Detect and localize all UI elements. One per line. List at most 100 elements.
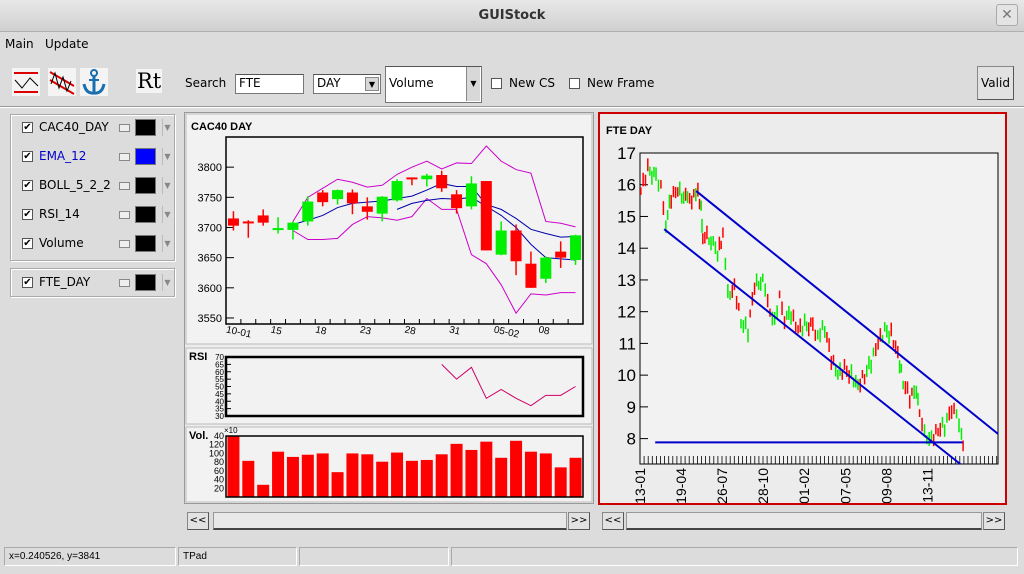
scrollbar-2[interactable]	[626, 512, 982, 530]
fte-y-tick-label: 9	[627, 398, 636, 417]
volume-y-tick-label: 40	[214, 431, 224, 441]
fte-chart-svg[interactable]: FTE DAY 8 9 10 11 12 13 14 15 16 17 13-01 19-04 26-07…	[600, 114, 1005, 504]
fte-x-tick-label: 09-08	[878, 468, 894, 503]
volume-bar	[301, 454, 314, 497]
candle-body	[257, 215, 269, 223]
fte-y-tick-label: 12	[617, 303, 636, 322]
anchor-icon[interactable]	[80, 68, 108, 96]
series-name: FTE_DAY	[39, 275, 91, 289]
chevron-down-icon[interactable]: ▼	[162, 235, 172, 252]
series-color-swatch[interactable]	[135, 148, 156, 165]
candle-body	[421, 175, 433, 180]
status-field-4	[451, 547, 1018, 566]
chevron-down-icon[interactable]: ▼	[162, 274, 172, 291]
volume-bar	[391, 452, 404, 497]
menu-update[interactable]: Update	[45, 37, 88, 51]
fte-y-tick-label: 8	[627, 430, 636, 449]
candle-body	[242, 221, 254, 224]
trend-line-icon[interactable]	[12, 68, 40, 96]
channel-icon[interactable]	[48, 68, 76, 96]
series-row: ✔ RSI_14 ▼	[17, 206, 177, 224]
search-label: Search	[185, 76, 227, 90]
volume-y-tick-label: 80	[214, 457, 224, 467]
status-field-3	[299, 547, 449, 566]
fte-y-tick-label: 14	[617, 239, 636, 258]
fte-x-tick-label: 13-11	[919, 468, 935, 503]
series-checkbox[interactable]: ✔	[22, 238, 33, 249]
scroll-left-button-1[interactable]: <<	[187, 512, 209, 530]
series-name: EMA_12	[39, 149, 87, 163]
new-cs-label: New CS	[509, 76, 555, 90]
candle-body	[465, 183, 477, 207]
series-checkbox[interactable]: ✔	[22, 277, 33, 288]
status-object: TPad	[178, 547, 297, 566]
series-name: BOLL_5_2_2	[39, 178, 111, 192]
series-color-swatch[interactable]	[135, 177, 156, 194]
rt-button[interactable]: Rt	[136, 69, 163, 93]
chevron-down-icon[interactable]: ▼	[162, 119, 172, 136]
volume-bar	[376, 461, 389, 497]
fte-chart-title: FTE DAY	[606, 125, 653, 137]
series-color-swatch[interactable]	[135, 274, 156, 291]
menu-main[interactable]: Main	[5, 37, 34, 51]
chevron-down-icon[interactable]: ▼	[162, 177, 172, 194]
volume-y-tick-label: 60	[214, 466, 224, 476]
series-color-swatch[interactable]	[135, 119, 156, 136]
fte-canvas[interactable]: FTE DAY 8 9 10 11 12 13 14 15 16 17 13-01 19-04 26-07…	[598, 112, 1007, 505]
volume-y-tick-label: 100	[209, 448, 224, 458]
search-input[interactable]: FTE	[235, 74, 304, 94]
series-checkbox[interactable]: ✔	[22, 122, 33, 133]
volume-bar	[227, 436, 240, 497]
series-checkbox[interactable]: ✔	[22, 180, 33, 191]
valid-button[interactable]: Valid	[977, 66, 1014, 100]
series-toggle[interactable]	[119, 240, 130, 248]
cac40-chart-svg[interactable]: CAC40 DAY35503600365037003750380010-01 15…	[185, 113, 593, 503]
volume-bar	[450, 443, 463, 497]
scroll-right-button-1[interactable]: >>	[568, 512, 590, 530]
fte-x-tick-label: 19-04	[673, 468, 689, 503]
y-tick-label: 3800	[198, 162, 222, 174]
cac40-canvas[interactable]: CAC40 DAY 3550 3600 3650 3700 3750 3800 10-01 15…	[184, 112, 594, 504]
period-select[interactable]: DAY ▼	[313, 74, 381, 94]
volume-bar	[480, 441, 493, 497]
volume-bar	[361, 454, 374, 497]
series-color-swatch[interactable]	[135, 235, 156, 252]
scrollbar-1[interactable]	[213, 512, 567, 530]
series-name: CAC40_DAY	[39, 120, 109, 134]
candle-body	[302, 201, 314, 222]
candle-body	[540, 257, 552, 279]
series-toggle[interactable]	[119, 211, 130, 219]
indicator-select[interactable]: Volume ▼	[385, 66, 482, 103]
volume-bar	[257, 484, 270, 497]
fte-x-tick-label: 01-02	[796, 468, 812, 503]
series-toggle[interactable]	[119, 279, 130, 287]
volume-bar	[435, 454, 448, 497]
volume-title: Vol.	[189, 430, 208, 442]
chevron-down-icon[interactable]: ▼	[162, 148, 172, 165]
candle-body	[317, 192, 329, 203]
candle-body	[495, 230, 507, 255]
close-icon[interactable]: ✕	[996, 4, 1018, 26]
fte-x-tick-label: 13-01	[632, 468, 648, 503]
fte-y-tick-label: 17	[617, 144, 636, 163]
chevron-down-icon[interactable]: ▼	[466, 67, 480, 101]
series-toggle[interactable]	[119, 124, 130, 132]
chevron-down-icon[interactable]: ▼	[365, 77, 379, 91]
series-checkbox[interactable]: ✔	[22, 209, 33, 220]
series-toggle[interactable]	[119, 153, 130, 161]
new-cs-checkbox[interactable]	[491, 78, 502, 89]
fte-x-tick-label: 28-10	[755, 468, 771, 503]
series-row: ✔ CAC40_DAY ▼	[17, 119, 177, 137]
series-toggle[interactable]	[119, 182, 130, 190]
scroll-left-button-2[interactable]: <<	[602, 512, 624, 530]
new-frame-label: New Frame	[587, 76, 655, 90]
new-frame-checkbox[interactable]	[569, 78, 580, 89]
chevron-down-icon[interactable]: ▼	[162, 206, 172, 223]
volume-bar	[286, 456, 299, 497]
candle-body	[510, 230, 522, 262]
series-row: ✔ BOLL_5_2_2 ▼	[17, 177, 177, 195]
scroll-right-button-2[interactable]: >>	[983, 512, 1005, 530]
series-checkbox[interactable]: ✔	[22, 151, 33, 162]
fte-y-tick-label: 13	[617, 271, 636, 290]
series-color-swatch[interactable]	[135, 206, 156, 223]
